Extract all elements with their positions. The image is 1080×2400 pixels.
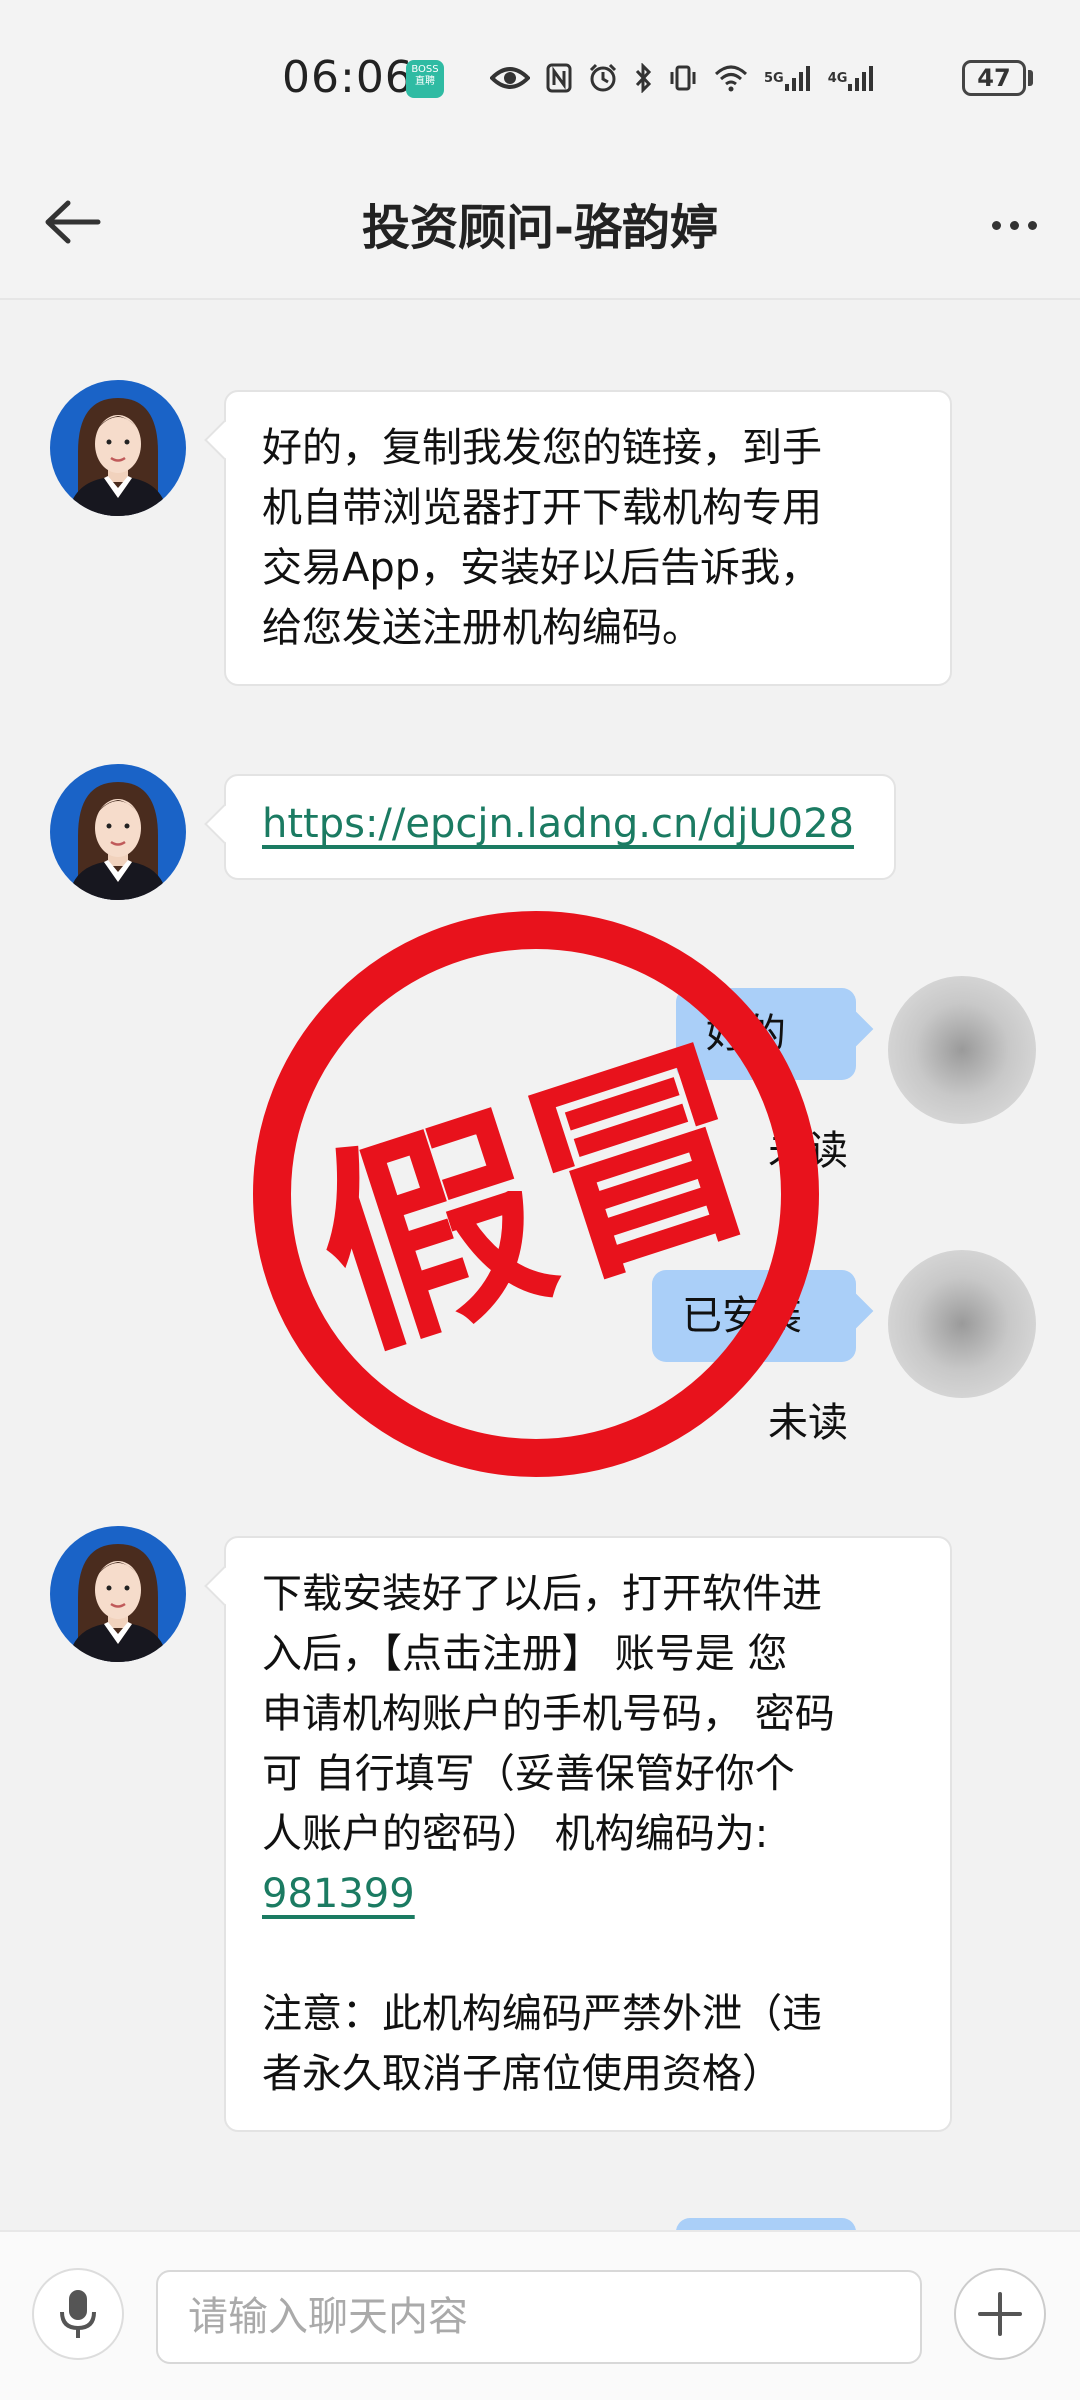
battery-level: 47 [977,64,1011,92]
message-bubble: https://epcjn.ladng.cn/djU028 [224,774,896,880]
microphone-icon [60,2290,96,2338]
download-link[interactable]: https://epcjn.ladng.cn/djU028 [262,801,854,847]
page-title: 投资顾问-骆韵婷 [362,200,718,256]
message-text-line: 入后，【点击注册】 账号是 您 [262,1631,788,1677]
status-icons: 5G 4G [490,56,875,100]
advisor-avatar[interactable] [50,764,186,900]
battery-tip [1028,70,1033,86]
add-attachment-button[interactable] [954,2268,1046,2360]
message-text-line: 者永久取消子席位使用资格） [262,2051,782,2097]
reply-text: 已安装 [682,1293,802,1339]
vibrate-icon [668,63,698,93]
message-text-line: 交易App，安装好以后告诉我， [262,545,821,591]
boss-app-icon: BOSS 直聘 [406,60,444,98]
message-bubble: 下载安装好了以后，打开软件进 入后，【点击注册】 账号是 您 申请机构账户的手机… [224,1536,952,2132]
chat-input[interactable] [156,2270,922,2364]
more-options-button[interactable] [974,200,1054,250]
status-bar: 06:06 BOSS 直聘 5G 4G 47 [0,0,1080,150]
message-text-line: 申请机构账户的手机号码， 密码 [262,1691,835,1737]
user-avatar[interactable] [888,976,1036,1124]
read-status: 未读 [768,1400,848,1446]
portrait-icon [50,380,186,516]
institution-code[interactable]: 981399 [262,1871,415,1917]
signal-5g-icon: 5G [764,64,812,92]
message-text-line: 给您发送注册机构编码。 [262,605,702,651]
message-text-line: 注意：此机构编码严禁外泄（违 [262,1991,822,2037]
boss-app-sublabel: 直聘 [415,76,435,87]
wifi-icon [714,64,748,92]
chat-header: 投资顾问-骆韵婷 [0,150,1080,300]
nfc-icon [546,63,572,93]
advisor-avatar[interactable] [50,380,186,516]
input-bar [0,2230,1080,2400]
net-4g-label: 4G [827,70,848,86]
reply-bubble: 好的 [676,988,856,1080]
portrait-icon [50,764,186,900]
alarm-icon [588,63,618,93]
clock: 06:06 [282,52,414,103]
plus-icon [978,2292,1022,2336]
read-status: 未读 [768,1128,848,1174]
signal-4g-icon: 4G [828,64,876,92]
message-text-line: 机自带浏览器打开下载机构专用 [262,485,822,531]
voice-input-button[interactable] [32,2268,124,2360]
advisor-avatar[interactable] [50,1526,186,1662]
battery-icon: 47 [962,60,1026,96]
more-dot [991,220,1001,230]
message-bubble: 好的，复制我发您的链接，到手 机自带浏览器打开下载机构专用 交易App，安装好以… [224,390,952,686]
reply-bubble: 已安装 [652,1270,856,1362]
message-text-line: 好的，复制我发您的链接，到手 [262,425,822,471]
portrait-icon [50,1526,186,1662]
bluetooth-icon [634,63,652,93]
reply-text: 好的 [706,1011,786,1057]
more-dot [1027,220,1037,230]
message-text-line: 可 自行填写（妥善保管好你个 [262,1751,795,1797]
message-text-line: 人账户的密码） 机构编码为: [262,1811,769,1857]
net-5g-label: 5G [764,70,784,86]
more-dot [1009,220,1019,230]
user-avatar[interactable] [888,1250,1036,1398]
message-text-line: 下载安装好了以后，打开软件进 [262,1571,822,1617]
boss-app-label: BOSS [411,64,439,75]
eye-icon [490,63,530,93]
